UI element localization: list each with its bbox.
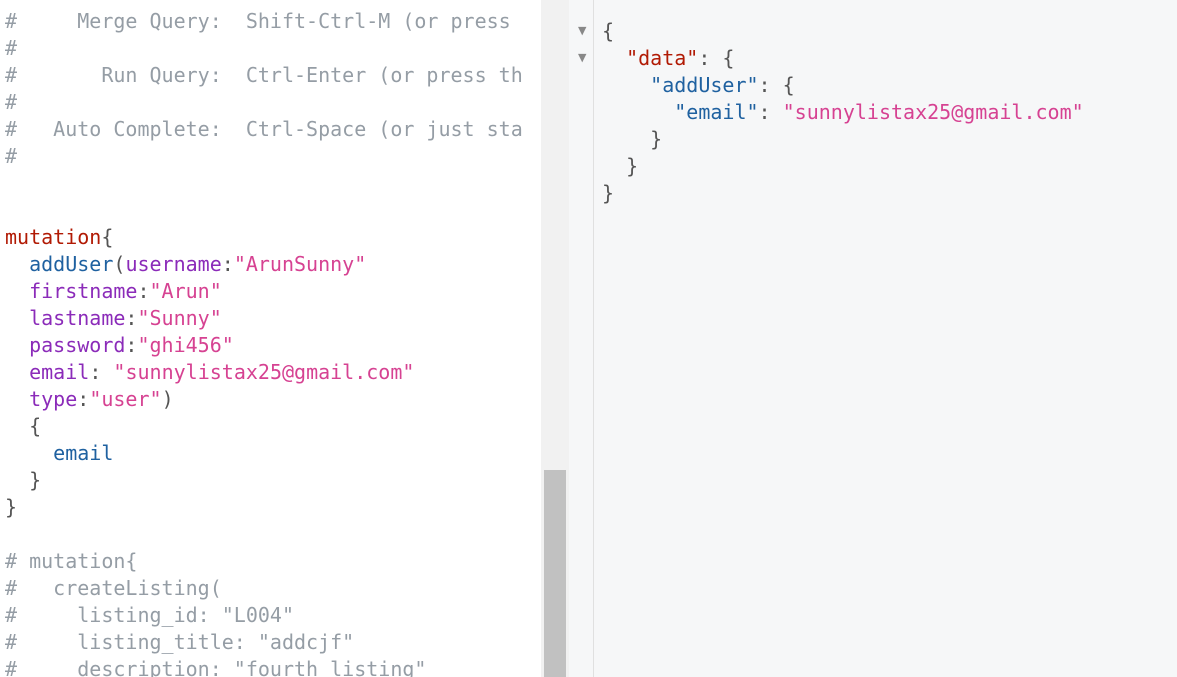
- code-token-punct: [5, 360, 29, 384]
- code-line: }: [5, 494, 523, 521]
- code-token-arg: type: [29, 387, 78, 411]
- code-line: lastname:"Sunny": [5, 305, 523, 332]
- code-token-arg: firstname: [29, 279, 138, 303]
- code-line: # mutation{: [5, 548, 523, 575]
- fold-arrow-icon[interactable]: ▼: [578, 51, 586, 64]
- code-token-punct: [5, 252, 29, 276]
- fold-arrow-icon[interactable]: ▼: [578, 24, 586, 37]
- code-token-punct: :: [221, 252, 234, 276]
- result-line: }: [602, 126, 1084, 153]
- code-line: # listing_title: "addcjf": [5, 629, 523, 656]
- code-token-rstring: "sunnylistax25@gmail.com": [782, 100, 1084, 124]
- code-line: firstname:"Arun": [5, 278, 523, 305]
- code-token-punct: {: [101, 225, 114, 249]
- result-viewer: { "data": { "addUser": { "email": "sunny…: [594, 0, 1177, 677]
- code-token-punct: }: [602, 154, 639, 178]
- code-token-punct: :: [77, 387, 90, 411]
- code-token-punct: [5, 306, 29, 330]
- result-line: }: [602, 153, 1084, 180]
- query-editor-lines: # Merge Query: Shift-Ctrl-M (or press # # …: [5, 8, 523, 677]
- code-line: ​: [5, 521, 523, 548]
- code-line: #: [5, 89, 523, 116]
- code-line: # description: "fourth listing": [5, 656, 523, 677]
- code-token-punct: : {: [698, 46, 735, 70]
- code-token-comment: #: [5, 36, 18, 60]
- code-token-punct: {: [602, 19, 615, 43]
- code-token-comment: # listing_title: "addcjf": [5, 630, 355, 654]
- code-token-punct: ): [161, 387, 174, 411]
- code-token-punct: :: [89, 360, 114, 384]
- code-token-comment: # createListing(: [5, 576, 222, 600]
- code-token-punct: [602, 100, 674, 124]
- code-line: # listing_id: "L004": [5, 602, 523, 629]
- result-line: {: [602, 18, 1084, 45]
- code-token-string: "Arun": [149, 279, 222, 303]
- code-token-string: "Sunny": [137, 306, 222, 330]
- code-token-rkey: "data": [626, 46, 699, 70]
- result-line: "email": "sunnylistax25@gmail.com": [602, 99, 1084, 126]
- result-line: "data": {: [602, 45, 1084, 72]
- code-token-punct: }: [5, 468, 42, 492]
- code-token-rfield: "email": [674, 100, 759, 124]
- code-line: ​: [5, 197, 523, 224]
- result-fold-gutter: ▼ ▼: [569, 0, 594, 677]
- code-token-punct: }: [602, 181, 615, 205]
- code-token-rfield: "addUser": [650, 73, 759, 97]
- code-line: #: [5, 35, 523, 62]
- code-token-arg: password: [29, 333, 126, 357]
- code-token-comment: # mutation{: [5, 549, 138, 573]
- code-line: email: [5, 440, 523, 467]
- code-token-punct: [5, 387, 29, 411]
- editor-scrollbar-thumb[interactable]: [544, 470, 566, 677]
- code-token-punct: {: [5, 414, 42, 438]
- code-token-punct: :: [137, 279, 150, 303]
- query-editor[interactable]: # Merge Query: Shift-Ctrl-M (or press # # …: [0, 0, 541, 677]
- code-line: # Merge Query: Shift-Ctrl-M (or press: [5, 8, 523, 35]
- code-token-punct: [5, 333, 29, 357]
- code-token-punct: (: [113, 252, 126, 276]
- code-token-punct: [5, 279, 29, 303]
- result-json-lines: { "data": { "addUser": { "email": "sunny…: [602, 18, 1084, 207]
- code-token-punct: :: [125, 306, 138, 330]
- code-token-punct: :: [758, 100, 783, 124]
- code-token-field: email: [53, 441, 114, 465]
- code-token-string: "user": [89, 387, 162, 411]
- code-token-comment: # Run Query: Ctrl-Enter (or press th: [5, 63, 523, 87]
- code-line: # createListing(: [5, 575, 523, 602]
- code-line: addUser(username:"ArunSunny": [5, 251, 523, 278]
- code-line: mutation{: [5, 224, 523, 251]
- code-token-string: "ArunSunny": [233, 252, 367, 276]
- code-token-punct: :: [125, 333, 138, 357]
- code-token-arg: username: [125, 252, 222, 276]
- code-line: #: [5, 143, 523, 170]
- code-token-punct: [5, 441, 53, 465]
- result-line: }: [602, 180, 1084, 207]
- code-token-punct: }: [602, 127, 663, 151]
- result-line: "addUser": {: [602, 72, 1084, 99]
- code-token-arg: lastname: [29, 306, 126, 330]
- code-token-punct: [602, 46, 626, 70]
- code-line: # Run Query: Ctrl-Enter (or press th: [5, 62, 523, 89]
- code-token-field: addUser: [29, 252, 114, 276]
- code-token-string: "sunnylistax25@gmail.com": [113, 360, 415, 384]
- code-token-arg: email: [29, 360, 90, 384]
- code-token-comment: # Merge Query: Shift-Ctrl-M (or press: [5, 9, 511, 33]
- code-line: password:"ghi456": [5, 332, 523, 359]
- code-token-punct: }: [5, 495, 18, 519]
- code-token-comment: #: [5, 90, 18, 114]
- code-token-punct: [602, 73, 650, 97]
- code-token-punct: : {: [758, 73, 795, 97]
- code-token-keyword: mutation: [5, 225, 102, 249]
- code-line: }: [5, 467, 523, 494]
- code-token-comment: # description: "fourth listing": [5, 657, 427, 677]
- code-token-comment: # listing_id: "L004": [5, 603, 294, 627]
- code-line: ​: [5, 170, 523, 197]
- code-line: {: [5, 413, 523, 440]
- code-token-comment: #: [5, 144, 18, 168]
- code-line: # Auto Complete: Ctrl-Space (or just sta: [5, 116, 523, 143]
- code-line: type:"user"): [5, 386, 523, 413]
- code-token-comment: # Auto Complete: Ctrl-Space (or just sta: [5, 117, 523, 141]
- code-token-string: "ghi456": [137, 333, 234, 357]
- code-line: email: "sunnylistax25@gmail.com": [5, 359, 523, 386]
